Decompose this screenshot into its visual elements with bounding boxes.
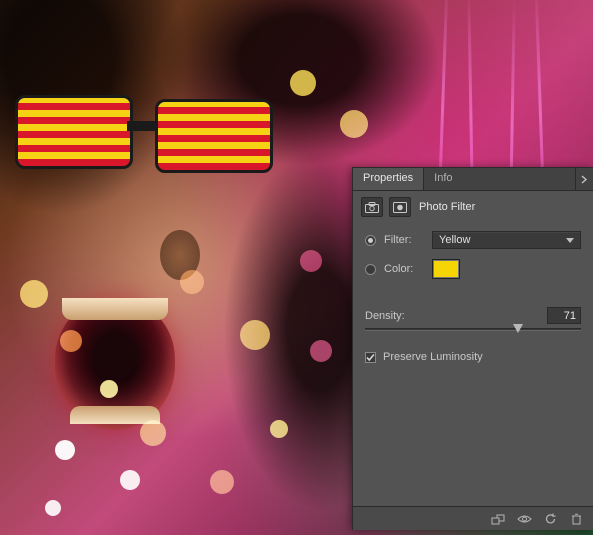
- panel-tabs: Properties Info: [353, 168, 593, 191]
- adjustment-icon-button[interactable]: [361, 197, 383, 217]
- panel-footer: [353, 506, 593, 530]
- clip-icon: [491, 513, 505, 525]
- density-slider-thumb[interactable]: [513, 324, 523, 333]
- chevron-right-icon: [581, 175, 588, 184]
- view-previous-button[interactable]: [513, 510, 535, 528]
- density-value-field[interactable]: 71: [547, 307, 581, 324]
- preserve-luminosity-label: Preserve Luminosity: [383, 351, 483, 363]
- mask-icon-button[interactable]: [389, 197, 411, 217]
- filter-dropdown-value: Yellow: [439, 234, 470, 246]
- color-label: Color:: [384, 263, 424, 275]
- panel-menu-button[interactable]: [575, 168, 593, 190]
- tab-info[interactable]: Info: [424, 168, 462, 190]
- filter-label: Filter:: [384, 234, 424, 246]
- camera-icon: [365, 202, 379, 213]
- filter-dropdown[interactable]: Yellow: [432, 231, 581, 249]
- reset-icon: [544, 513, 557, 525]
- adjustment-title: Photo Filter: [419, 201, 475, 213]
- eye-icon: [517, 514, 532, 524]
- density-slider[interactable]: [365, 328, 581, 331]
- reset-button[interactable]: [539, 510, 561, 528]
- color-swatch[interactable]: [432, 259, 460, 279]
- clip-to-layer-button[interactable]: [487, 510, 509, 528]
- trash-icon: [571, 513, 582, 525]
- delete-button[interactable]: [565, 510, 587, 528]
- mask-icon: [393, 202, 407, 213]
- filter-radio[interactable]: [365, 235, 376, 246]
- check-icon: [366, 353, 375, 362]
- adjustment-header: Photo Filter: [353, 191, 593, 221]
- tab-properties[interactable]: Properties: [353, 168, 424, 190]
- density-label: Density:: [365, 310, 405, 322]
- preserve-luminosity-checkbox[interactable]: [365, 352, 376, 363]
- color-radio[interactable]: [365, 264, 376, 275]
- properties-panel: Properties Info Photo Filter Filter: Yel…: [352, 167, 593, 530]
- chevron-down-icon: [566, 238, 574, 243]
